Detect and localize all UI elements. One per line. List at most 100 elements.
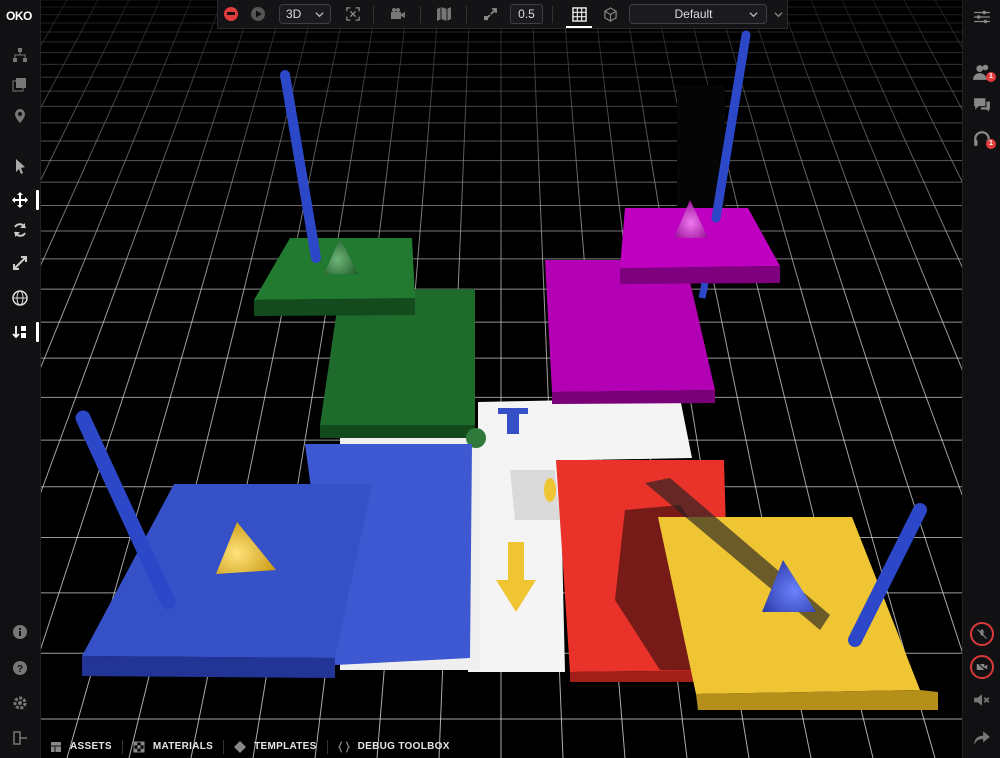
record-button[interactable] — [220, 4, 242, 24]
magenta-platform-side — [620, 266, 780, 284]
help-icon: ? — [13, 661, 27, 675]
tab-debug-toolbox-label: DEBUG TOOLBOX — [357, 741, 450, 752]
settings-sliders-button[interactable] — [963, 2, 1000, 32]
view-mode-select[interactable]: 3D — [279, 4, 331, 24]
expand-icon — [346, 7, 360, 21]
chevron-down-icon — [749, 11, 758, 17]
help-button[interactable]: ? — [0, 653, 40, 683]
toolbar-divider — [466, 6, 467, 23]
tab-materials-label: MATERIALS — [152, 741, 214, 752]
tab-assets[interactable]: ASSETS — [40, 735, 122, 758]
sort-icon — [12, 326, 26, 339]
speaker-mute-icon — [974, 694, 990, 706]
bottom-tab-bar: ASSETS MATERIALS TEMPLATES DEBUG TOOLBOX — [40, 735, 540, 758]
environment-value: Default — [674, 7, 713, 21]
layers-button[interactable] — [0, 70, 40, 100]
record-avatar-icon — [224, 7, 238, 21]
gear-icon — [13, 696, 27, 710]
bounds-toggle[interactable] — [599, 4, 621, 24]
scene-viewport[interactable] — [40, 0, 962, 758]
camera-button[interactable] — [387, 4, 409, 24]
scene-canvas[interactable] — [40, 0, 962, 758]
rotate-tool-button[interactable] — [0, 215, 40, 245]
mic-off-icon — [977, 629, 987, 639]
grid-icon — [571, 6, 587, 22]
snap-value: 0.5 — [518, 7, 535, 21]
tab-materials[interactable]: MATERIALS — [123, 735, 223, 758]
tab-debug-toolbox[interactable]: DEBUG TOOLBOX — [328, 735, 460, 758]
grid-toggle[interactable] — [567, 4, 591, 24]
mic-off-ring — [970, 622, 994, 646]
camera-off-icon — [976, 662, 988, 672]
video-camera-icon — [391, 8, 405, 19]
tab-templates[interactable]: TEMPLATES — [224, 735, 327, 758]
people-button[interactable]: 1 — [963, 57, 1000, 87]
scale-tool-button[interactable] — [0, 248, 40, 278]
info-icon — [13, 625, 27, 639]
select-tool-button[interactable] — [0, 151, 40, 181]
camera-toggle[interactable] — [963, 652, 1000, 682]
exit-icon — [13, 731, 27, 745]
cube-icon — [603, 6, 617, 22]
hierarchy-icon — [13, 48, 27, 62]
magnet-snap-icon — [484, 8, 497, 21]
direction-arrow-up-head — [498, 408, 528, 414]
map-button[interactable] — [433, 4, 455, 24]
exit-button[interactable] — [0, 723, 40, 753]
assets-icon — [51, 741, 61, 752]
play-icon — [251, 7, 265, 21]
microphone-toggle[interactable] — [963, 619, 1000, 649]
top-toolbar: 3D 0.5 Default — [217, 0, 788, 29]
speaker-toggle[interactable] — [963, 685, 1000, 715]
copy-icon — [12, 78, 26, 92]
sliders-icon — [974, 10, 990, 24]
braces-icon — [337, 740, 350, 753]
share-button[interactable] — [963, 723, 1000, 753]
green-platform-side — [254, 298, 415, 316]
play-button[interactable] — [247, 4, 269, 24]
grid-toggle-active-indicator — [566, 26, 592, 28]
toolbar-divider — [420, 6, 421, 23]
pointer-icon — [16, 159, 25, 174]
magenta-step-side — [552, 390, 715, 404]
map-pin-icon — [15, 109, 25, 123]
settings-button[interactable] — [0, 688, 40, 718]
people-badge: 1 — [986, 72, 996, 82]
magenta-pole-lower — [698, 282, 709, 299]
tab-assets-label: ASSETS — [70, 741, 112, 752]
map-icon — [437, 7, 451, 21]
hierarchy-button[interactable] — [0, 40, 40, 70]
chat-icon — [974, 98, 990, 112]
view-mode-value: 3D — [286, 7, 302, 21]
share-arrow-icon — [974, 731, 990, 745]
app-logo[interactable]: OKO — [6, 9, 32, 23]
world-space-button[interactable] — [0, 283, 40, 313]
toolbar-divider — [552, 6, 553, 23]
fullscreen-button[interactable] — [342, 4, 364, 24]
environment-select[interactable]: Default — [629, 4, 767, 24]
camera-off-ring — [970, 655, 994, 679]
globe-icon — [12, 290, 28, 306]
info-button[interactable] — [0, 617, 40, 647]
green-step-side — [320, 425, 475, 438]
move-tool-button[interactable] — [0, 185, 40, 215]
toolbar-collapse-button[interactable] — [769, 4, 787, 24]
left-toolbar: OKO ? — [0, 0, 41, 758]
svg-text:?: ? — [17, 664, 23, 675]
chat-button[interactable] — [963, 90, 1000, 120]
rotate-icon — [14, 223, 26, 237]
location-button[interactable] — [0, 101, 40, 131]
voice-button[interactable]: 1 — [963, 124, 1000, 154]
blue-platform-side — [82, 656, 335, 678]
tab-templates-label: TEMPLATES — [254, 741, 317, 752]
snap-value-input[interactable]: 0.5 — [510, 4, 543, 24]
voice-badge: 1 — [986, 139, 996, 149]
checker-icon — [133, 741, 145, 752]
toolbar-divider — [373, 6, 374, 23]
templates-icon — [234, 740, 247, 753]
yellow-sphere — [544, 478, 556, 502]
snap-button[interactable] — [480, 4, 502, 24]
snap-tool-button[interactable] — [0, 317, 40, 347]
right-toolbar: 1 1 — [962, 0, 1000, 758]
chevron-down-icon — [315, 11, 324, 17]
